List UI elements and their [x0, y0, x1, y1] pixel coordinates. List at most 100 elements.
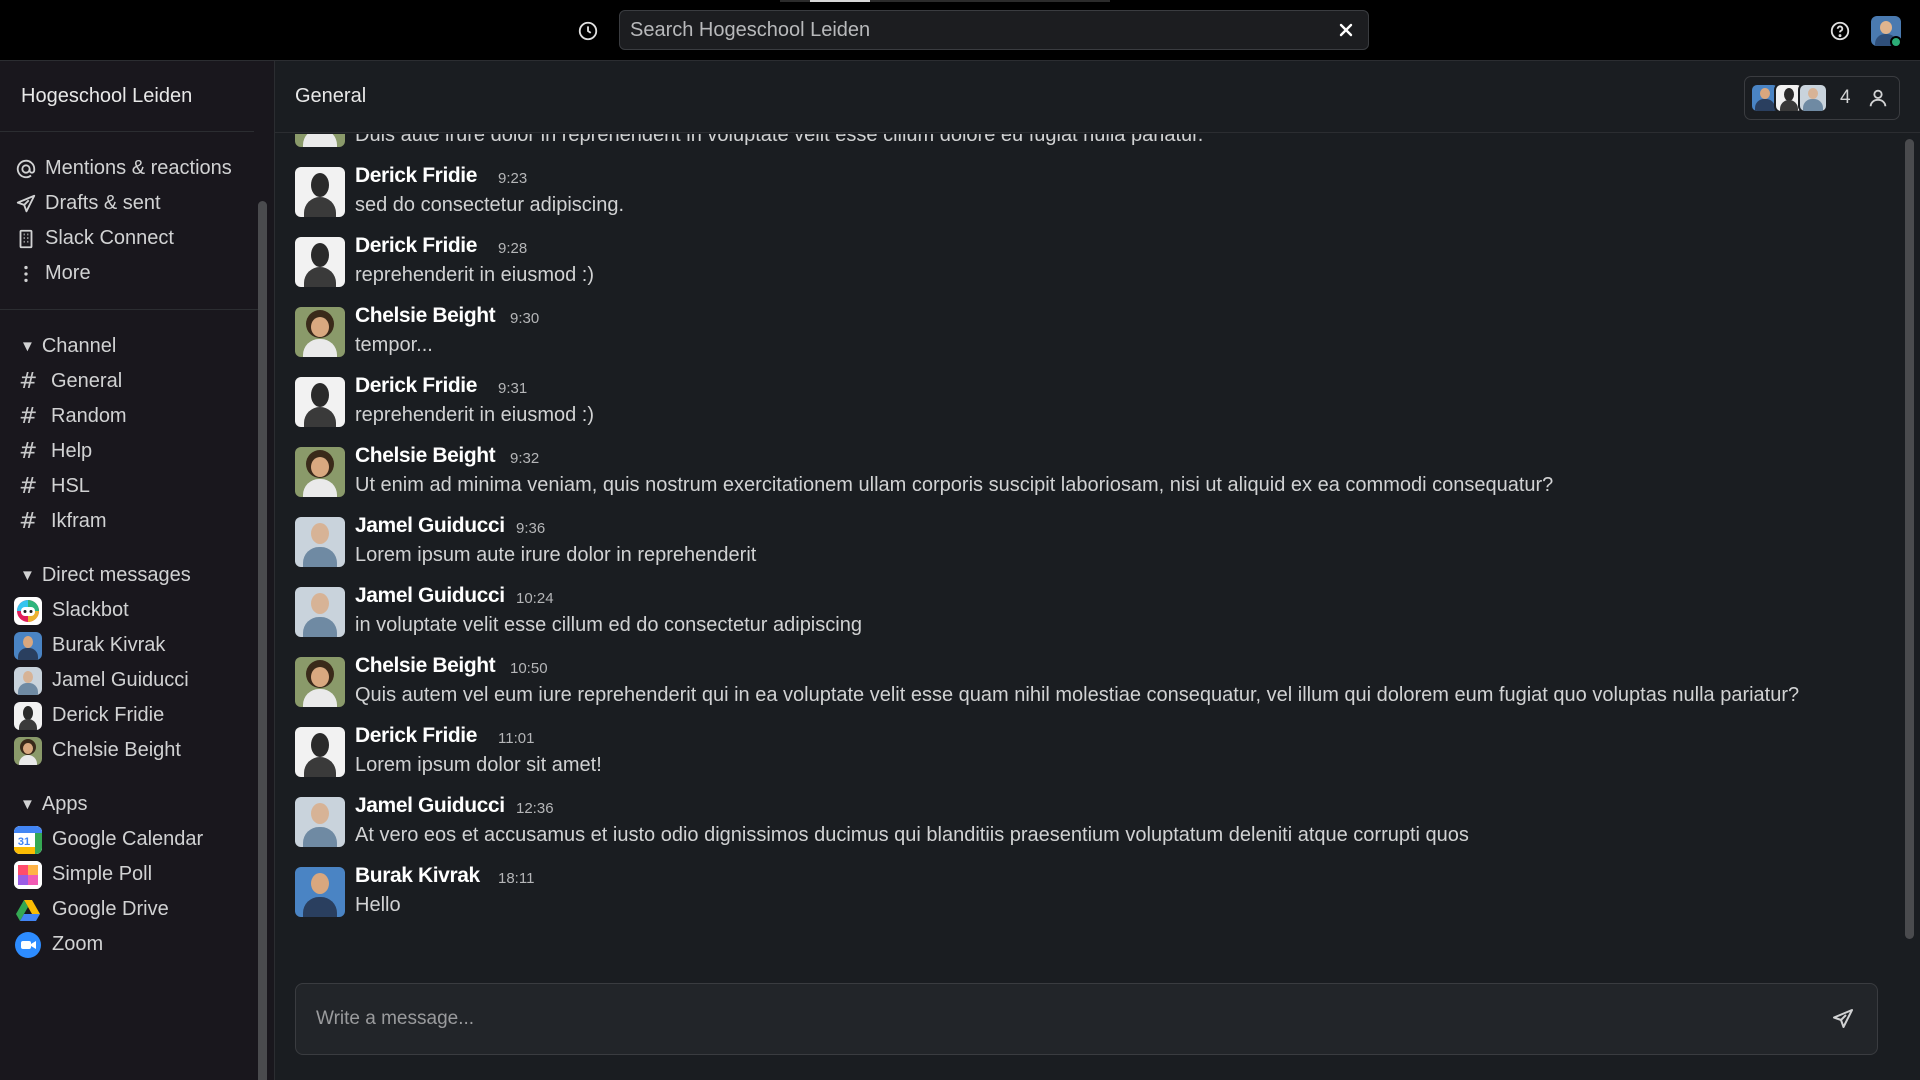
sidebar-app-zoom[interactable]: Zoom: [0, 927, 258, 962]
message-author[interactable]: Chelsie Beight: [355, 444, 496, 468]
message-timestamp[interactable]: 9:31: [498, 380, 527, 397]
sidebar-app-google-calendar[interactable]: 31 Google Calendar: [0, 822, 258, 857]
sidebar-dm-jamel-guiducci[interactable]: Jamel Guiducci: [0, 663, 258, 698]
status-online-indicator: [1890, 36, 1902, 48]
message-author[interactable]: Burak Kivrak: [355, 864, 480, 888]
sidebar-channel-help[interactable]: # Help: [0, 434, 258, 469]
channel-label: HSL: [51, 475, 90, 497]
sidebar-channel-general[interactable]: # General: [0, 364, 258, 399]
message-author[interactable]: Derick Fridie: [355, 724, 477, 748]
message-timestamp[interactable]: 11:01: [498, 730, 534, 747]
avatar[interactable]: [295, 657, 345, 707]
sidebar-scrollbar[interactable]: [258, 201, 267, 1080]
sidebar-nav: Mentions & reactions Drafts & sent Slack…: [0, 133, 258, 310]
message-timestamp[interactable]: 10:50: [510, 660, 548, 677]
avatar[interactable]: [295, 237, 345, 287]
section-channels-toggle[interactable]: ▼ Channel: [0, 329, 258, 364]
message-text: sed do consectetur adipiscing.: [355, 194, 625, 216]
avatar[interactable]: [295, 447, 345, 497]
help-button[interactable]: [1827, 18, 1853, 44]
app-label: Zoom: [52, 933, 104, 955]
avatar[interactable]: [295, 587, 345, 637]
nav-mentions-reactions[interactable]: Mentions & reactions: [0, 151, 258, 186]
sidebar-channel-hsl[interactable]: # HSL: [0, 469, 258, 504]
channel-label: Random: [51, 405, 127, 427]
avatar[interactable]: [295, 727, 345, 777]
message-author[interactable]: Derick Fridie: [355, 234, 477, 258]
messages-scrollbar[interactable]: [1905, 139, 1914, 939]
dm-label: Burak Kivrak: [52, 634, 166, 656]
message-timestamp[interactable]: 12:36: [516, 800, 554, 817]
message-timestamp[interactable]: 9:28: [498, 240, 527, 257]
more-vertical-icon: [14, 262, 38, 286]
message-item: Burak Kivrak 18:11 Hello: [295, 864, 1875, 934]
nav-label: More: [45, 262, 91, 284]
workspace-header: Hogeschool Leiden: [0, 61, 254, 132]
nav-drafts-sent[interactable]: Drafts & sent: [0, 186, 258, 221]
sidebar-dm-slackbot[interactable]: Slackbot: [0, 593, 258, 628]
nav-label: Slack Connect: [45, 227, 174, 249]
avatar[interactable]: [295, 517, 345, 567]
message-composer[interactable]: [295, 983, 1878, 1055]
channel-label: Help: [51, 440, 93, 462]
message-input[interactable]: [316, 1008, 1829, 1030]
message-author[interactable]: Derick Fridie: [355, 164, 477, 188]
sidebar-dm-derick-fridie[interactable]: Derick Fridie: [0, 698, 258, 733]
search-bar[interactable]: [619, 10, 1369, 50]
sidebar-dm-chelsie-beight[interactable]: Chelsie Beight: [0, 733, 258, 768]
message-timestamp[interactable]: 9:23: [498, 170, 527, 187]
message-author[interactable]: Jamel Guiducci: [355, 794, 505, 818]
message-text: Hello: [355, 894, 401, 916]
history-button[interactable]: [575, 18, 601, 44]
send-button[interactable]: [1829, 1005, 1857, 1033]
search-clear-button[interactable]: [1334, 18, 1358, 42]
message-author[interactable]: Chelsie Beight: [355, 304, 496, 328]
avatar[interactable]: [295, 867, 345, 917]
sidebar-dm-burak-kivrak[interactable]: Burak Kivrak: [0, 628, 258, 663]
nav-slack-connect[interactable]: Slack Connect: [0, 221, 258, 256]
message-author[interactable]: Jamel Guiducci: [355, 514, 505, 538]
section-dms-toggle[interactable]: ▼ Direct messages: [0, 558, 258, 593]
message-text: reprehenderit in eiusmod :): [355, 264, 595, 286]
message-author[interactable]: Derick Fridie: [355, 374, 477, 398]
sidebar-app-google-drive[interactable]: Google Drive: [0, 892, 258, 927]
nav-label: Drafts & sent: [45, 192, 161, 214]
send-icon: [14, 192, 38, 216]
avatar[interactable]: [295, 797, 345, 847]
message-item: Duis aute irure dolor in reprehenderit i…: [295, 134, 1875, 164]
channel-label: General: [51, 370, 123, 392]
sidebar-channel-ikfram[interactable]: # Ikfram: [0, 504, 258, 539]
avatar[interactable]: [295, 134, 345, 147]
nav-more[interactable]: More: [0, 256, 258, 291]
message-timestamp[interactable]: 18:11: [498, 870, 534, 887]
message-timestamp[interactable]: 9:30: [510, 310, 539, 327]
google-drive-icon: [14, 896, 42, 924]
message-timestamp[interactable]: 9:32: [510, 450, 539, 467]
message-text: Ut enim ad minima veniam, quis nostrum e…: [355, 474, 1554, 496]
section-apps-toggle[interactable]: ▼ Apps: [0, 787, 258, 822]
slackbot-avatar: [14, 596, 42, 625]
message-item: Chelsie Beight 9:30 tempor...: [295, 304, 1875, 374]
message-text: reprehenderit in eiusmod :): [355, 404, 595, 426]
sidebar-app-simple-poll[interactable]: Simple Poll: [0, 857, 258, 892]
workspace-name[interactable]: Hogeschool Leiden: [21, 85, 192, 108]
message-timestamp[interactable]: 9:36: [516, 520, 545, 537]
avatar[interactable]: [295, 377, 345, 427]
sidebar-channel-random[interactable]: # Random: [0, 399, 258, 434]
avatar[interactable]: [295, 167, 345, 217]
dm-label: Jamel Guiducci: [52, 669, 189, 691]
channel-title[interactable]: General: [295, 85, 366, 108]
message-timestamp[interactable]: 10:24: [516, 590, 554, 607]
avatar[interactable]: [295, 307, 345, 357]
message-text: At vero eos et accusamus et iusto odio d…: [355, 824, 1469, 846]
message-author[interactable]: Chelsie Beight: [355, 654, 496, 678]
search-input[interactable]: [630, 18, 1334, 42]
user-icon: [1867, 87, 1889, 109]
sidebar: Hogeschool Leiden Mentions & reactions D…: [0, 61, 275, 1080]
channel-view: General 4 Duis aute irure dolor in repre…: [275, 61, 1920, 1080]
avatar: [14, 631, 42, 660]
members-button[interactable]: 4: [1744, 76, 1900, 120]
help-circle-icon: [1830, 21, 1850, 41]
message-author[interactable]: Jamel Guiducci: [355, 584, 505, 608]
message-text: in voluptate velit esse cillum ed do con…: [355, 614, 862, 636]
